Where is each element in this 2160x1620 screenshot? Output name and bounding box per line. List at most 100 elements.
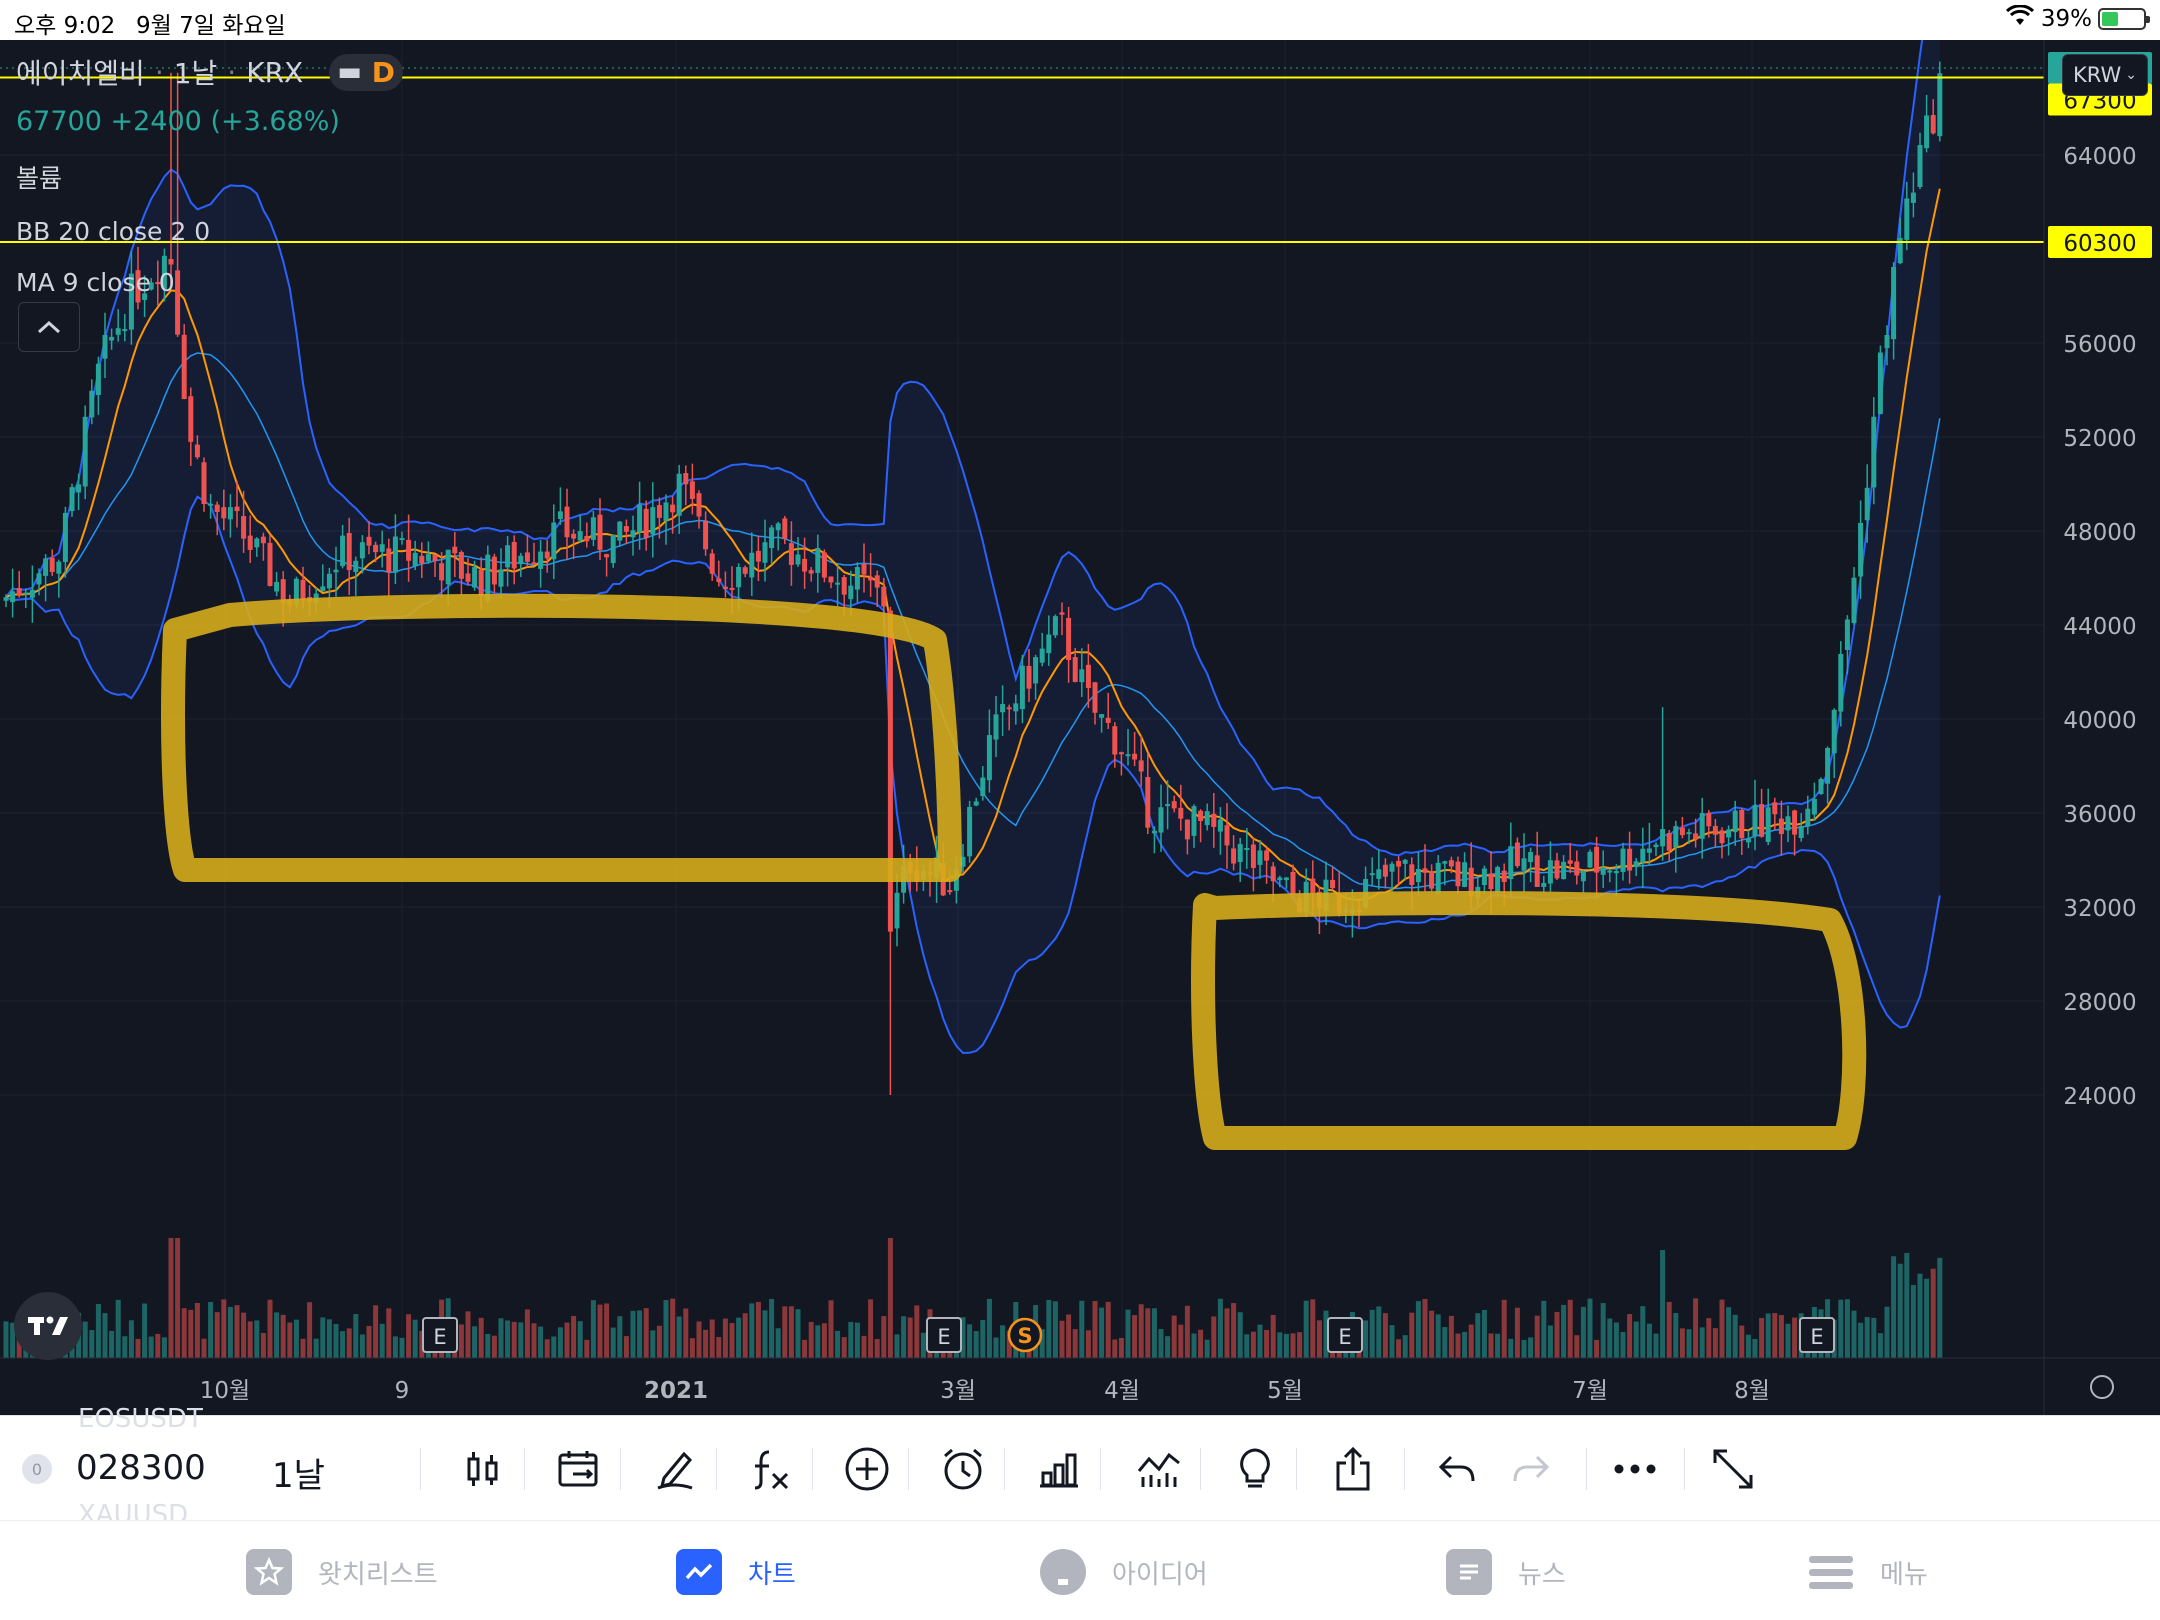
undo-icon[interactable] [1430, 1442, 1484, 1496]
volume-bar [1462, 1331, 1468, 1358]
volume-bar [399, 1337, 405, 1358]
volume-bar [716, 1337, 722, 1358]
candle-body [392, 536, 398, 573]
event-marker-label: S [1017, 1324, 1032, 1348]
candle-body [267, 542, 273, 586]
candle-body [815, 547, 821, 573]
candle-body [524, 552, 530, 562]
volume-bar [1112, 1339, 1118, 1358]
candle-body [1752, 805, 1758, 837]
tab-ideas[interactable]: 아이디어 [1040, 1549, 1208, 1595]
volume-bar [815, 1325, 821, 1358]
tab-chart[interactable]: 차트 [676, 1549, 796, 1595]
volume-bar [1184, 1305, 1190, 1358]
volume-bar [300, 1338, 306, 1358]
settings-gear-icon[interactable] [2090, 1375, 2114, 1399]
volume-bar [1627, 1314, 1633, 1358]
compare-icon[interactable] [1132, 1442, 1186, 1496]
redo-icon[interactable] [1504, 1442, 1558, 1496]
volume-bar [1316, 1320, 1322, 1358]
volume-bar [1613, 1322, 1619, 1358]
candle-body [69, 487, 75, 512]
candle-body [1871, 416, 1877, 488]
volume-bar [1468, 1324, 1474, 1358]
volume-bar [115, 1299, 121, 1358]
candle-body [1429, 871, 1435, 889]
volume-bar [821, 1323, 827, 1358]
share-icon[interactable] [1326, 1442, 1380, 1496]
volume-bar [742, 1313, 748, 1358]
volume-bar [755, 1301, 761, 1358]
currency-button[interactable]: KRW ⌄ [2062, 54, 2148, 96]
volume-bar [1145, 1308, 1151, 1358]
tab-news-label: 뉴스 [1518, 1559, 1566, 1590]
alert-icon[interactable] [936, 1442, 990, 1496]
candle-body [637, 504, 643, 533]
volume-bar [254, 1320, 260, 1358]
candle-body [696, 493, 702, 517]
volume-bar [1633, 1321, 1639, 1358]
candle-body [551, 522, 557, 560]
candle-body [412, 552, 418, 567]
time-tick-label: 4월 [1104, 1378, 1140, 1404]
indicator-bb[interactable]: BB 20 close 2 0 [16, 217, 403, 246]
volume-bar [1079, 1300, 1085, 1358]
volume-bar [1481, 1309, 1487, 1358]
candle-body [1534, 855, 1540, 887]
ideas-icon[interactable] [1228, 1442, 1282, 1496]
bar-replay-icon[interactable] [552, 1442, 606, 1496]
candle-body [1600, 867, 1606, 875]
volume-bar [1085, 1330, 1091, 1358]
candle-body [1785, 816, 1791, 831]
symbol-badge: 0 [22, 1454, 52, 1484]
candle-body [802, 558, 808, 572]
add-icon[interactable] [840, 1442, 894, 1496]
candle-style-icon[interactable] [456, 1442, 510, 1496]
candle-body [1831, 709, 1837, 754]
indicator-volume[interactable]: 볼륨 [16, 159, 403, 195]
candle-body [887, 610, 893, 932]
volume-bar [1877, 1333, 1883, 1358]
more-icon[interactable] [1608, 1442, 1662, 1496]
financials-icon[interactable] [1032, 1442, 1086, 1496]
indicators-icon[interactable] [744, 1442, 798, 1496]
volume-bar [1851, 1310, 1857, 1358]
candle-body [95, 363, 101, 396]
volume-bar [373, 1305, 379, 1358]
volume-bar [1534, 1315, 1540, 1358]
volume-bar [260, 1332, 266, 1358]
volume-bar [1435, 1314, 1441, 1358]
legend-title-row[interactable]: 에이치엘비 · 1날 · KRX ▬ D [16, 52, 404, 92]
legend-symbol[interactable]: 에이치엘비 [16, 52, 145, 92]
fullscreen-icon[interactable] [1706, 1442, 1760, 1496]
volume-bar [142, 1303, 148, 1358]
volume-bar [287, 1322, 293, 1358]
volume-bar [1726, 1307, 1732, 1358]
symbol-selector[interactable]: EOSUSDT 0 028300 XAUUSD [22, 1404, 242, 1530]
legend-interval: 1날 [173, 57, 218, 90]
volume-bar [1699, 1327, 1705, 1358]
collapse-legend-button[interactable] [18, 302, 80, 352]
tab-watchlist[interactable]: 왓치리스트 [246, 1549, 438, 1595]
chart-area[interactable]: 7200064000560005200048000440004000036000… [0, 40, 2160, 1415]
volume-bar [359, 1334, 365, 1358]
volume-bar [1924, 1278, 1930, 1358]
volume-bar [782, 1306, 788, 1358]
draw-icon[interactable] [648, 1442, 702, 1496]
indicator-ma[interactable]: MA 9 close 0 [16, 268, 403, 297]
interval-button[interactable]: 1날 [272, 1448, 325, 1497]
tab-menu[interactable]: 메뉴 [1808, 1549, 1928, 1595]
candle-body [1125, 754, 1131, 757]
candle-body [1561, 861, 1567, 880]
symbol-code[interactable]: 028300 [76, 1448, 206, 1488]
candle-body [1712, 825, 1718, 835]
volume-bar [406, 1314, 412, 1358]
candle-body [1587, 851, 1593, 868]
candle-body [1884, 334, 1890, 349]
volume-bar [524, 1309, 530, 1358]
chart-mode-toggle[interactable]: ▬ D [329, 53, 404, 91]
volume-bar [1046, 1299, 1052, 1358]
tab-news[interactable]: 뉴스 [1446, 1549, 1566, 1595]
volume-bar [221, 1299, 227, 1358]
volume-bar [1099, 1307, 1105, 1358]
